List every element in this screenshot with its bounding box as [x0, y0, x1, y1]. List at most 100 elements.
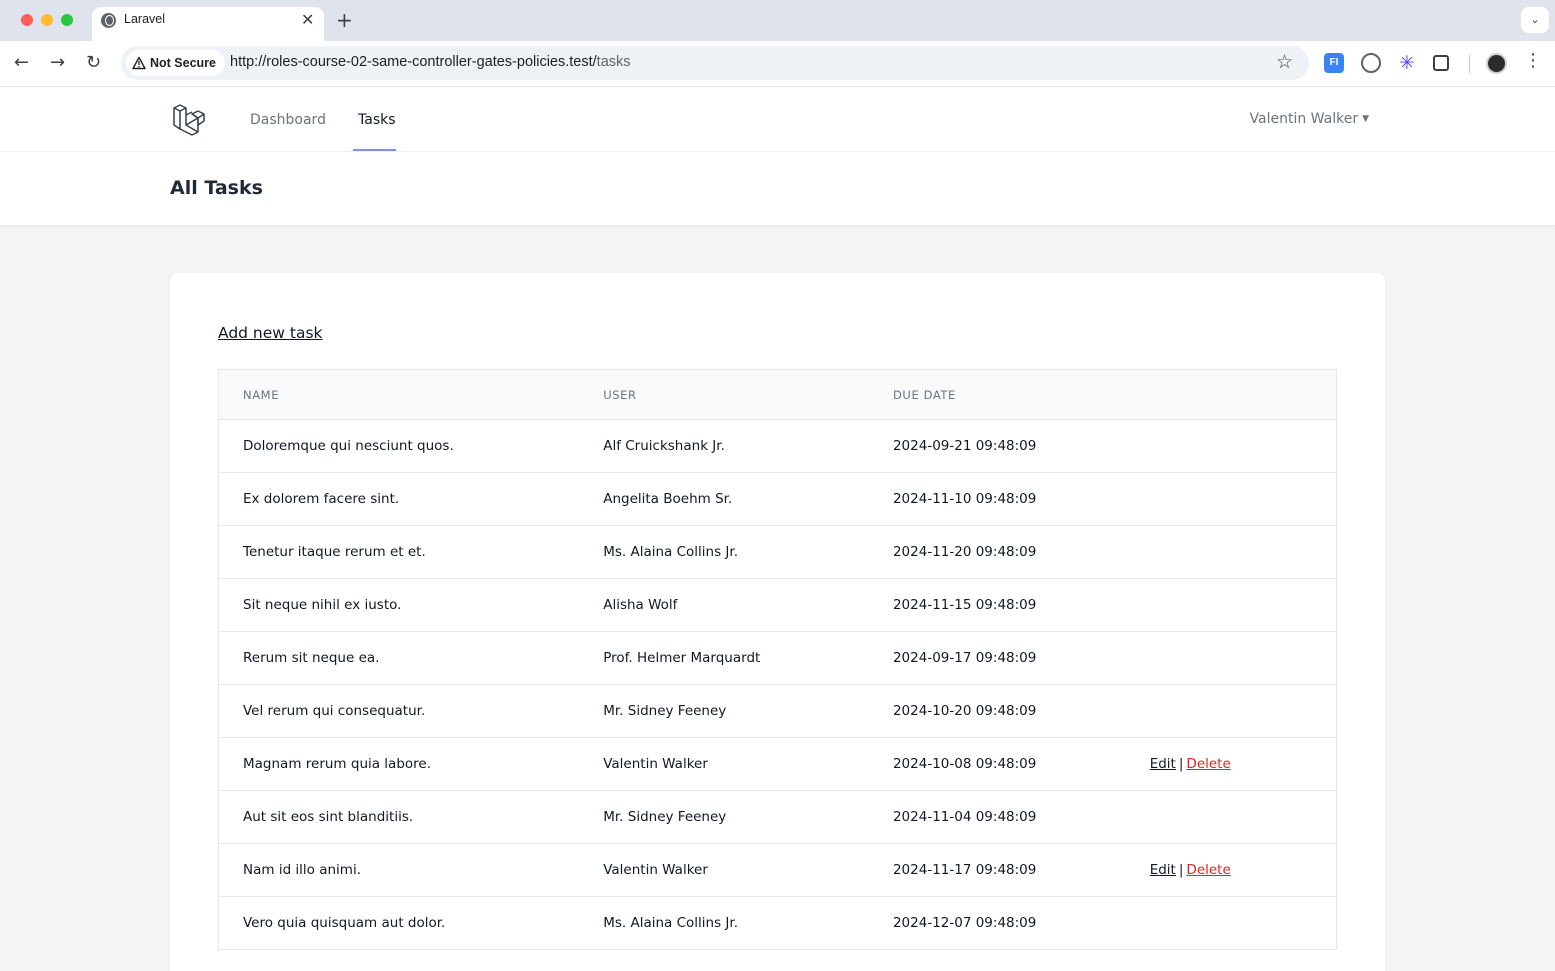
- task-user-cell: Ms. Alaina Collins Jr.: [603, 544, 739, 560]
- task-name-cell: Vel rerum qui consequatur.: [243, 703, 426, 719]
- delete-task-link[interactable]: Delete: [1186, 756, 1230, 772]
- extensions-puzzle-icon[interactable]: [1433, 55, 1449, 71]
- profile-avatar[interactable]: [1486, 53, 1507, 74]
- task-name-cell: Tenetur itaque rerum et et.: [243, 544, 426, 560]
- tab-close-icon[interactable]: ✕: [301, 10, 314, 29]
- column-header-due-date: DUE DATE: [892, 387, 956, 402]
- table-row: Rerum sit neque ea. Prof. Helmer Marquard…: [218, 631, 1337, 685]
- task-actions-cell: [1150, 579, 1337, 632]
- tasks-card: Add new task NAME USER DUE DATE Doloremq…: [170, 273, 1385, 971]
- warning-icon: [132, 56, 146, 70]
- task-user-cell: Valentin Walker: [603, 862, 708, 878]
- tab-title: Laravel: [124, 12, 165, 26]
- bookmark-star-icon[interactable]: ☆: [1276, 51, 1293, 73]
- table-row: Sit neque nihil ex iusto. Alisha Wolf 2024…: [218, 578, 1337, 632]
- tasks-table: NAME USER DUE DATE Doloremque qui nesciu…: [218, 369, 1337, 950]
- task-user-cell: Ms. Alaina Collins Jr.: [603, 915, 739, 931]
- action-separator: |: [1178, 756, 1184, 772]
- nav-link-dashboard[interactable]: Dashboard: [250, 112, 326, 128]
- url-text: http://roles-course-02-same-controller-g…: [230, 54, 631, 70]
- browser-tab[interactable]: Laravel ✕: [92, 7, 324, 41]
- task-name-cell: Rerum sit neque ea.: [243, 650, 380, 666]
- column-header-actions: [1150, 370, 1337, 420]
- task-name-cell: Nam id illo animi.: [243, 862, 361, 878]
- task-actions-cell: [1150, 685, 1337, 738]
- task-user-cell: Mr. Sidney Feeney: [603, 703, 727, 719]
- add-new-task-link[interactable]: Add new task: [218, 324, 323, 342]
- window-zoom-button[interactable]: [61, 14, 73, 26]
- task-due-date-cell: 2024-12-07 09:48:09: [892, 915, 1037, 931]
- nav-link-tasks[interactable]: Tasks: [358, 112, 396, 128]
- table-row: Nam id illo animi. Valentin Walker 2024-11…: [218, 843, 1337, 897]
- task-due-date-cell: 2024-10-08 09:48:09: [892, 756, 1037, 772]
- extension-lock-icon[interactable]: [1361, 53, 1381, 73]
- task-actions-cell: [1150, 897, 1337, 950]
- task-due-date-cell: 2024-11-20 09:48:09: [892, 544, 1037, 560]
- browser-chrome: Laravel ✕ + ⌄ ← → ↻ Not Secure http://ro…: [0, 0, 1555, 87]
- task-due-date-cell: 2024-09-17 09:48:09: [892, 650, 1037, 666]
- url-path: tasks: [596, 54, 631, 70]
- task-name-cell: Doloremque qui nesciunt quos.: [243, 438, 454, 454]
- tab-search-chevron-icon[interactable]: ⌄: [1521, 7, 1549, 33]
- task-due-date-cell: 2024-11-04 09:48:09: [892, 809, 1037, 825]
- task-user-cell: Prof. Helmer Marquardt: [603, 650, 761, 666]
- task-user-cell: Alf Cruickshank Jr.: [603, 438, 725, 454]
- back-arrow-icon[interactable]: ←: [14, 52, 29, 73]
- task-user-cell: Alisha Wolf: [603, 597, 678, 613]
- task-user-cell: Valentin Walker: [603, 756, 708, 772]
- forward-arrow-icon[interactable]: →: [50, 52, 65, 73]
- window-close-button[interactable]: [21, 14, 33, 26]
- task-user-cell: Mr. Sidney Feeney: [603, 809, 727, 825]
- task-due-date-cell: 2024-11-10 09:48:09: [892, 491, 1037, 507]
- task-due-date-cell: 2024-10-20 09:48:09: [892, 703, 1037, 719]
- task-due-date-cell: 2024-11-17 09:48:09: [892, 862, 1037, 878]
- laravel-logo-icon[interactable]: [172, 103, 206, 137]
- edit-task-link[interactable]: Edit: [1150, 756, 1176, 772]
- page-header: All Tasks: [0, 152, 1555, 225]
- browser-menu-icon[interactable]: ⋮: [1524, 50, 1542, 71]
- task-due-date-cell: 2024-11-15 09:48:09: [892, 597, 1037, 613]
- address-bar[interactable]: Not Secure http://roles-course-02-same-c…: [121, 46, 1309, 80]
- table-row: Ex dolorem facere sint. Angelita Boehm Sr…: [218, 472, 1337, 526]
- task-name-cell: Aut sit eos sint blanditiis.: [243, 809, 414, 825]
- window-minimize-button[interactable]: [41, 14, 53, 26]
- browser-toolbar: ← → ↻ Not Secure http://roles-course-02-…: [0, 41, 1555, 87]
- edit-task-link[interactable]: Edit: [1150, 862, 1176, 878]
- task-actions-cell: Edit | Delete: [1150, 844, 1337, 897]
- column-header-user: USER: [603, 387, 637, 402]
- task-user-cell: Angelita Boehm Sr.: [603, 491, 733, 507]
- delete-task-link[interactable]: Delete: [1186, 862, 1230, 878]
- table-row: Doloremque qui nesciunt quos. Alf Cruicks…: [218, 419, 1337, 473]
- url-host: http://roles-course-02-same-controller-g…: [230, 54, 597, 70]
- table-header-row: NAME USER DUE DATE: [218, 369, 1337, 420]
- task-name-cell: Magnam rerum quia labore.: [243, 756, 432, 772]
- security-label: Not Secure: [150, 56, 216, 70]
- column-header-name: NAME: [243, 387, 280, 402]
- user-name: Valentin Walker: [1249, 111, 1359, 127]
- table-body: Doloremque qui nesciunt quos. Alf Cruicks…: [218, 419, 1337, 950]
- task-actions-cell: Edit | Delete: [1150, 738, 1337, 791]
- app-navbar: Dashboard Tasks Valentin Walker ▼: [0, 87, 1555, 152]
- toolbar-divider: [1469, 55, 1470, 73]
- task-due-date-cell: 2024-09-21 09:48:09: [892, 438, 1037, 454]
- task-actions-cell: [1150, 420, 1337, 473]
- task-actions-cell: [1150, 526, 1337, 579]
- reload-icon[interactable]: ↻: [86, 52, 101, 73]
- user-dropdown[interactable]: Valentin Walker ▼: [1250, 111, 1369, 127]
- task-actions-cell: [1150, 473, 1337, 526]
- chevron-down-icon: ▼: [1362, 114, 1369, 124]
- table-row: Vero quia quisquam aut dolor. Ms. Alaina …: [218, 896, 1337, 950]
- task-name-cell: Sit neque nihil ex iusto.: [243, 597, 402, 613]
- table-row: Tenetur itaque rerum et et. Ms. Alaina Co…: [218, 525, 1337, 579]
- task-name-cell: Vero quia quisquam aut dolor.: [243, 915, 446, 931]
- active-nav-indicator: [353, 149, 396, 151]
- extension-fi-icon[interactable]: FI: [1324, 53, 1344, 73]
- table-row: Aut sit eos sint blanditiis. Mr. Sidney F…: [218, 790, 1337, 844]
- security-indicator[interactable]: Not Secure: [126, 50, 225, 76]
- task-actions-cell: [1150, 632, 1337, 685]
- new-tab-icon[interactable]: +: [336, 8, 353, 32]
- extension-snowflake-icon[interactable]: ✳: [1397, 53, 1417, 73]
- table-row: Vel rerum qui consequatur. Mr. Sidney Fee…: [218, 684, 1337, 738]
- task-actions-cell: [1150, 791, 1337, 844]
- page-title: All Tasks: [170, 177, 263, 199]
